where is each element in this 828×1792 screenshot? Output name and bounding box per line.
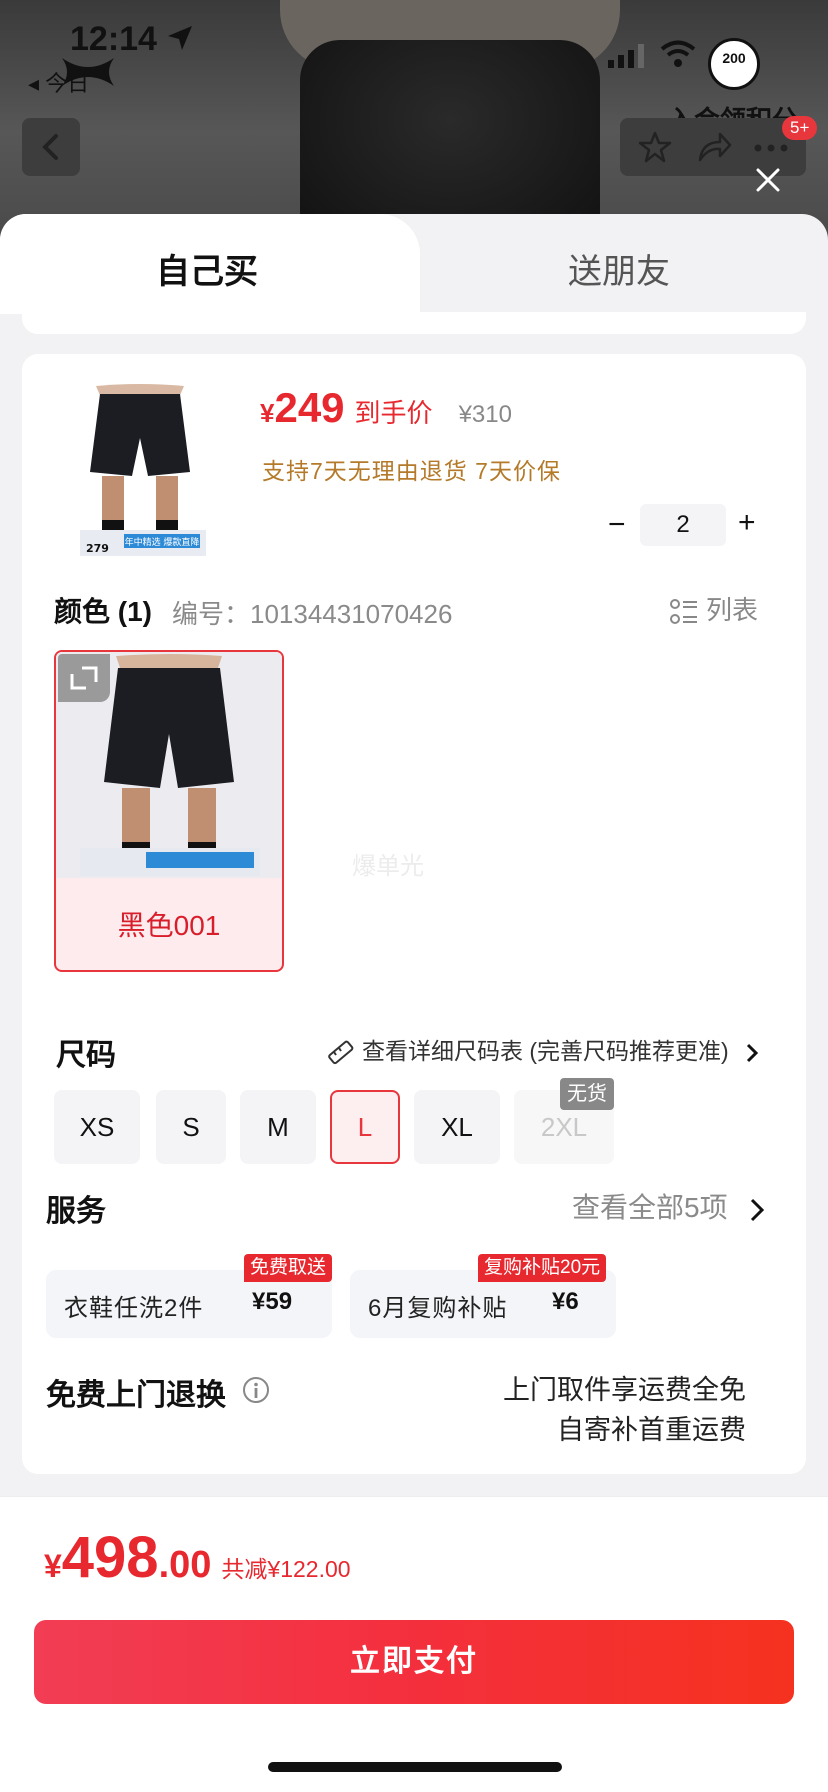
- final-price: 249: [274, 384, 345, 431]
- size-chart-label: 查看详细尺码表 (完善尺码推荐更准): [362, 1038, 729, 1064]
- share-icon[interactable]: [696, 130, 732, 164]
- signal-icon: [608, 44, 644, 68]
- color-option-card[interactable]: 黑色001: [54, 650, 284, 972]
- chevron-right-icon: [751, 1198, 765, 1221]
- member-points-value: 200: [722, 50, 746, 66]
- free-return-title: 免费上门退换: [46, 1379, 226, 1412]
- thumb-promo-text: 年中精选 爆款直降: [125, 536, 200, 548]
- free-return-desc-line2: 自寄补首重运费: [557, 1415, 746, 1445]
- watermark-text: 爆单光: [352, 853, 424, 880]
- service-name: 衣鞋任洗2件: [64, 1295, 204, 1322]
- product-code: 编号：10134431070426: [172, 599, 453, 629]
- member-points-badge[interactable]: 200: [708, 38, 760, 90]
- size-option-xl[interactable]: XL: [414, 1090, 500, 1164]
- tab-gift-to-friend[interactable]: 送朋友: [568, 244, 670, 293]
- price-currency: ¥: [260, 398, 275, 428]
- close-icon[interactable]: [752, 164, 784, 196]
- service-name: 6月复购补贴: [368, 1295, 508, 1322]
- total-price-decimal: .00: [158, 1544, 212, 1586]
- size-option-m[interactable]: M: [240, 1090, 316, 1164]
- notification-badge: 5+: [782, 116, 818, 140]
- list-icon: [670, 599, 697, 625]
- size-option-xs[interactable]: XS: [54, 1090, 140, 1164]
- total-savings: 共减¥122.00: [221, 1556, 351, 1582]
- quantity-input[interactable]: 2: [640, 504, 726, 546]
- quantity-decrease-button[interactable]: −: [608, 508, 626, 542]
- size-option-s[interactable]: S: [156, 1090, 226, 1164]
- color-option-name: 黑色001: [117, 910, 221, 941]
- ruler-icon: [328, 1040, 354, 1065]
- wifi-icon: [660, 40, 696, 67]
- star-icon[interactable]: [638, 130, 672, 164]
- free-return-desc-line1: 上门取件享运费全免: [503, 1375, 746, 1405]
- brand-logo-icon: [62, 58, 114, 86]
- pay-now-button[interactable]: 立即支付: [34, 1620, 794, 1704]
- product-thumbnail[interactable]: 年中精选 爆款直降 279: [60, 380, 220, 560]
- service-tag: 免费取送: [244, 1254, 333, 1282]
- service-price: ¥6: [552, 1288, 579, 1315]
- status-bar: 12:14 ◂ 今日 200 入会领积分: [0, 0, 828, 135]
- out-of-stock-tag: 无货: [560, 1078, 614, 1110]
- tab-content-strip: [22, 312, 806, 334]
- tab-buy-for-self[interactable]: 自己买: [156, 244, 258, 293]
- service-tag: 复购补贴20元: [478, 1254, 607, 1282]
- size-section-title: 尺码: [56, 1039, 116, 1072]
- total-currency: ¥: [44, 1548, 62, 1584]
- total-price-integer: 498: [61, 1525, 159, 1590]
- color-section-title: 颜色 (1): [54, 596, 153, 627]
- chevron-left-icon: [42, 134, 58, 160]
- chevron-right-icon: [747, 1043, 759, 1062]
- info-icon[interactable]: [242, 1376, 270, 1404]
- service-section-title: 服务: [46, 1195, 106, 1228]
- return-policy-text: 支持7天无理由退货 7天价保: [262, 458, 561, 484]
- price-row: ¥249 到手价 ¥310: [260, 384, 512, 434]
- thumb-promo-price: 279: [86, 542, 109, 555]
- expand-icon: [70, 666, 98, 690]
- quantity-increase-button[interactable]: +: [738, 506, 756, 540]
- final-price-label: 到手价: [354, 398, 433, 428]
- size-chart-link[interactable]: 查看详细尺码表 (完善尺码推荐更准): [326, 1032, 759, 1067]
- size-option-l[interactable]: L: [330, 1090, 400, 1164]
- location-arrow-icon: [168, 26, 192, 50]
- nav-back-button[interactable]: [22, 118, 80, 176]
- purchase-mode-tabs: 自己买 送朋友: [0, 214, 828, 314]
- view-all-services-link[interactable]: 查看全部5项: [572, 1186, 765, 1226]
- original-price: ¥310: [458, 401, 512, 428]
- list-view-toggle[interactable]: 列表: [670, 590, 758, 627]
- more-icon[interactable]: [754, 144, 788, 152]
- view-all-services-label: 查看全部5项: [572, 1192, 728, 1223]
- expand-image-button[interactable]: [58, 654, 110, 702]
- total-price-row: ¥498.00 共减¥122.00: [44, 1524, 351, 1591]
- list-view-label: 列表: [706, 595, 759, 625]
- home-indicator[interactable]: [268, 1762, 562, 1772]
- service-price: ¥59: [252, 1288, 293, 1315]
